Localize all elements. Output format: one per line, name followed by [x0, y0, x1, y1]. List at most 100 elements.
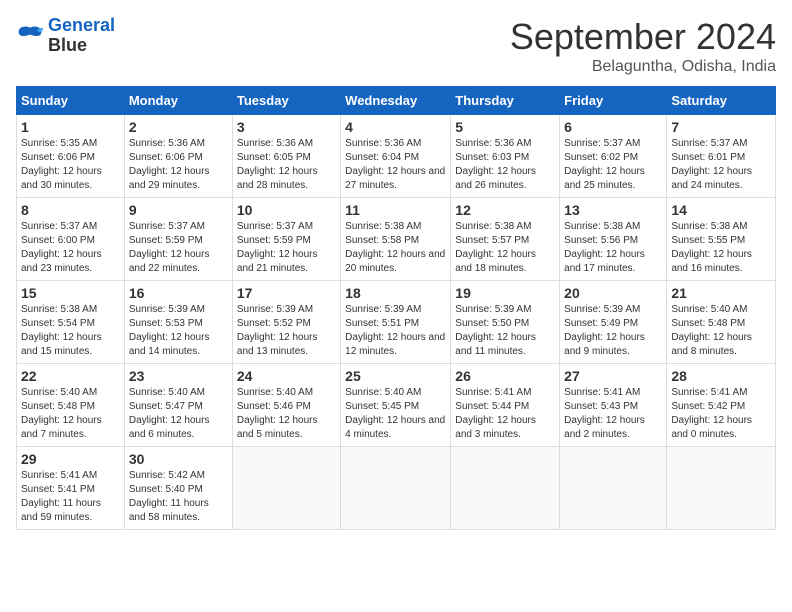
day-info: Sunrise: 5:39 AMSunset: 5:53 PMDaylight:…: [129, 304, 210, 357]
day-number: 27: [564, 368, 662, 384]
day-cell: [560, 447, 667, 530]
page-header: General Blue September 2024 Belaguntha, …: [16, 16, 776, 76]
col-header-thursday: Thursday: [451, 87, 560, 115]
week-row-1: 1 Sunrise: 5:35 AMSunset: 6:06 PMDayligh…: [17, 115, 776, 198]
col-header-wednesday: Wednesday: [341, 87, 451, 115]
day-cell: 23 Sunrise: 5:40 AMSunset: 5:47 PMDaylig…: [124, 364, 232, 447]
day-number: 21: [671, 285, 771, 301]
logo: General Blue: [16, 16, 115, 56]
day-info: Sunrise: 5:35 AMSunset: 6:06 PMDaylight:…: [21, 138, 102, 191]
day-number: 15: [21, 285, 120, 301]
day-number: 30: [129, 451, 228, 467]
day-number: 19: [455, 285, 555, 301]
week-row-4: 22 Sunrise: 5:40 AMSunset: 5:48 PMDaylig…: [17, 364, 776, 447]
day-cell: 9 Sunrise: 5:37 AMSunset: 5:59 PMDayligh…: [124, 198, 232, 281]
day-info: Sunrise: 5:37 AMSunset: 5:59 PMDaylight:…: [237, 221, 318, 274]
day-info: Sunrise: 5:41 AMSunset: 5:44 PMDaylight:…: [455, 387, 536, 440]
day-number: 9: [129, 202, 228, 218]
day-info: Sunrise: 5:38 AMSunset: 5:56 PMDaylight:…: [564, 221, 645, 274]
location: Belaguntha, Odisha, India: [510, 58, 776, 76]
day-info: Sunrise: 5:37 AMSunset: 5:59 PMDaylight:…: [129, 221, 210, 274]
day-info: Sunrise: 5:41 AMSunset: 5:42 PMDaylight:…: [671, 387, 752, 440]
day-number: 26: [455, 368, 555, 384]
day-info: Sunrise: 5:38 AMSunset: 5:58 PMDaylight:…: [345, 221, 445, 274]
day-number: 20: [564, 285, 662, 301]
day-cell: 11 Sunrise: 5:38 AMSunset: 5:58 PMDaylig…: [341, 198, 451, 281]
col-header-friday: Friday: [560, 87, 667, 115]
day-number: 6: [564, 119, 662, 135]
day-number: 23: [129, 368, 228, 384]
day-info: Sunrise: 5:40 AMSunset: 5:48 PMDaylight:…: [671, 304, 752, 357]
day-info: Sunrise: 5:36 AMSunset: 6:05 PMDaylight:…: [237, 138, 318, 191]
day-number: 24: [237, 368, 336, 384]
logo-text: General Blue: [48, 16, 115, 56]
col-header-tuesday: Tuesday: [232, 87, 340, 115]
day-number: 14: [671, 202, 771, 218]
day-cell: [451, 447, 560, 530]
day-cell: 1 Sunrise: 5:35 AMSunset: 6:06 PMDayligh…: [17, 115, 125, 198]
day-number: 11: [345, 202, 446, 218]
day-info: Sunrise: 5:39 AMSunset: 5:51 PMDaylight:…: [345, 304, 445, 357]
day-cell: 13 Sunrise: 5:38 AMSunset: 5:56 PMDaylig…: [560, 198, 667, 281]
day-info: Sunrise: 5:36 AMSunset: 6:04 PMDaylight:…: [345, 138, 445, 191]
day-cell: 19 Sunrise: 5:39 AMSunset: 5:50 PMDaylig…: [451, 281, 560, 364]
day-cell: 16 Sunrise: 5:39 AMSunset: 5:53 PMDaylig…: [124, 281, 232, 364]
day-info: Sunrise: 5:42 AMSunset: 5:40 PMDaylight:…: [129, 470, 209, 523]
day-cell: 25 Sunrise: 5:40 AMSunset: 5:45 PMDaylig…: [341, 364, 451, 447]
col-header-monday: Monday: [124, 87, 232, 115]
day-info: Sunrise: 5:39 AMSunset: 5:50 PMDaylight:…: [455, 304, 536, 357]
day-info: Sunrise: 5:38 AMSunset: 5:57 PMDaylight:…: [455, 221, 536, 274]
day-cell: 15 Sunrise: 5:38 AMSunset: 5:54 PMDaylig…: [17, 281, 125, 364]
day-number: 2: [129, 119, 228, 135]
day-cell: 14 Sunrise: 5:38 AMSunset: 5:55 PMDaylig…: [667, 198, 776, 281]
day-cell: 28 Sunrise: 5:41 AMSunset: 5:42 PMDaylig…: [667, 364, 776, 447]
day-info: Sunrise: 5:41 AMSunset: 5:43 PMDaylight:…: [564, 387, 645, 440]
week-row-2: 8 Sunrise: 5:37 AMSunset: 6:00 PMDayligh…: [17, 198, 776, 281]
week-row-5: 29 Sunrise: 5:41 AMSunset: 5:41 PMDaylig…: [17, 447, 776, 530]
day-info: Sunrise: 5:36 AMSunset: 6:03 PMDaylight:…: [455, 138, 536, 191]
day-number: 17: [237, 285, 336, 301]
day-cell: [341, 447, 451, 530]
day-info: Sunrise: 5:40 AMSunset: 5:45 PMDaylight:…: [345, 387, 445, 440]
day-number: 1: [21, 119, 120, 135]
day-cell: 10 Sunrise: 5:37 AMSunset: 5:59 PMDaylig…: [232, 198, 340, 281]
day-info: Sunrise: 5:37 AMSunset: 6:00 PMDaylight:…: [21, 221, 102, 274]
title-block: September 2024 Belaguntha, Odisha, India: [510, 16, 776, 76]
calendar-header-row: SundayMondayTuesdayWednesdayThursdayFrid…: [17, 87, 776, 115]
day-cell: [667, 447, 776, 530]
day-cell: 22 Sunrise: 5:40 AMSunset: 5:48 PMDaylig…: [17, 364, 125, 447]
day-info: Sunrise: 5:37 AMSunset: 6:02 PMDaylight:…: [564, 138, 645, 191]
day-number: 5: [455, 119, 555, 135]
day-info: Sunrise: 5:41 AMSunset: 5:41 PMDaylight:…: [21, 470, 101, 523]
col-header-saturday: Saturday: [667, 87, 776, 115]
day-number: 18: [345, 285, 446, 301]
day-info: Sunrise: 5:38 AMSunset: 5:54 PMDaylight:…: [21, 304, 102, 357]
col-header-sunday: Sunday: [17, 87, 125, 115]
day-info: Sunrise: 5:39 AMSunset: 5:49 PMDaylight:…: [564, 304, 645, 357]
day-cell: [232, 447, 340, 530]
day-cell: 17 Sunrise: 5:39 AMSunset: 5:52 PMDaylig…: [232, 281, 340, 364]
day-number: 22: [21, 368, 120, 384]
day-info: Sunrise: 5:37 AMSunset: 6:01 PMDaylight:…: [671, 138, 752, 191]
day-info: Sunrise: 5:40 AMSunset: 5:47 PMDaylight:…: [129, 387, 210, 440]
month-title: September 2024: [510, 16, 776, 58]
week-row-3: 15 Sunrise: 5:38 AMSunset: 5:54 PMDaylig…: [17, 281, 776, 364]
day-number: 12: [455, 202, 555, 218]
day-cell: 4 Sunrise: 5:36 AMSunset: 6:04 PMDayligh…: [341, 115, 451, 198]
calendar-table: SundayMondayTuesdayWednesdayThursdayFrid…: [16, 86, 776, 530]
day-number: 3: [237, 119, 336, 135]
day-cell: 6 Sunrise: 5:37 AMSunset: 6:02 PMDayligh…: [560, 115, 667, 198]
day-info: Sunrise: 5:40 AMSunset: 5:46 PMDaylight:…: [237, 387, 318, 440]
day-cell: 3 Sunrise: 5:36 AMSunset: 6:05 PMDayligh…: [232, 115, 340, 198]
day-number: 7: [671, 119, 771, 135]
day-info: Sunrise: 5:40 AMSunset: 5:48 PMDaylight:…: [21, 387, 102, 440]
day-info: Sunrise: 5:36 AMSunset: 6:06 PMDaylight:…: [129, 138, 210, 191]
day-number: 29: [21, 451, 120, 467]
logo-bird-icon: [16, 22, 44, 50]
day-number: 13: [564, 202, 662, 218]
day-number: 4: [345, 119, 446, 135]
day-info: Sunrise: 5:38 AMSunset: 5:55 PMDaylight:…: [671, 221, 752, 274]
day-cell: 2 Sunrise: 5:36 AMSunset: 6:06 PMDayligh…: [124, 115, 232, 198]
day-cell: 8 Sunrise: 5:37 AMSunset: 6:00 PMDayligh…: [17, 198, 125, 281]
day-cell: 20 Sunrise: 5:39 AMSunset: 5:49 PMDaylig…: [560, 281, 667, 364]
